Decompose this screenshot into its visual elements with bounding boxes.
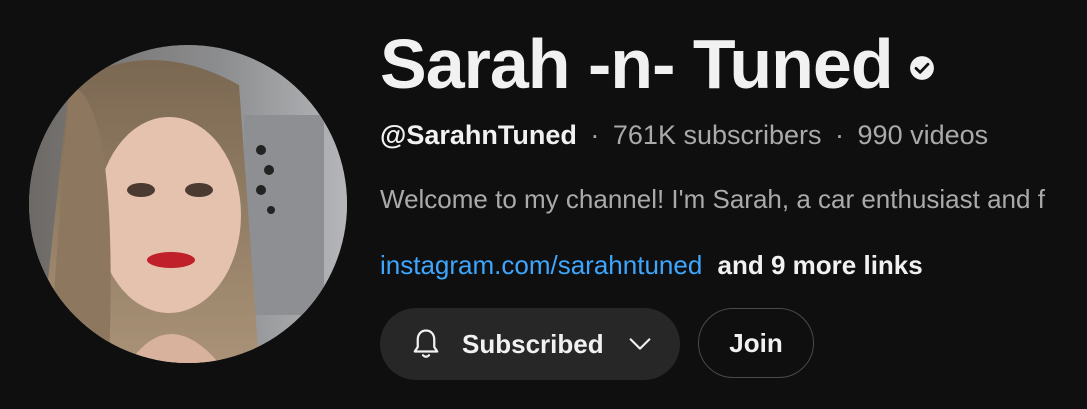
video-count: 990 videos: [857, 120, 989, 150]
channel-title: Sarah -n- Tuned: [380, 25, 894, 103]
instagram-link[interactable]: instagram.com/sarahntuned: [380, 250, 702, 280]
subscribed-label: Subscribed: [462, 328, 604, 359]
chevron-down-icon: [626, 330, 654, 358]
more-links-button[interactable]: and 9 more links: [718, 250, 923, 280]
title-row: Sarah -n- Tuned: [380, 25, 935, 103]
join-button[interactable]: Join: [698, 308, 814, 378]
separator: ·: [590, 120, 600, 150]
channel-links: instagram.com/sarahntuned and 9 more lin…: [380, 248, 923, 282]
channel-handle: @SarahnTuned: [380, 120, 577, 150]
channel-meta: @SarahnTuned · 761K subscribers · 990 vi…: [380, 118, 988, 152]
subscribed-button[interactable]: Subscribed: [380, 308, 680, 380]
subscriber-count: 761K subscribers: [612, 120, 822, 150]
channel-avatar[interactable]: [29, 45, 347, 363]
bell-icon: [408, 326, 444, 362]
separator: ·: [835, 120, 845, 150]
avatar-photo: [29, 45, 347, 363]
verified-check-icon: [909, 55, 935, 81]
channel-info: Sarah -n- Tuned @SarahnTuned · 761K subs…: [380, 0, 1087, 409]
channel-description[interactable]: Welcome to my channel! I'm Sarah, a car …: [380, 182, 1045, 216]
action-buttons: Subscribed Join: [380, 308, 814, 380]
